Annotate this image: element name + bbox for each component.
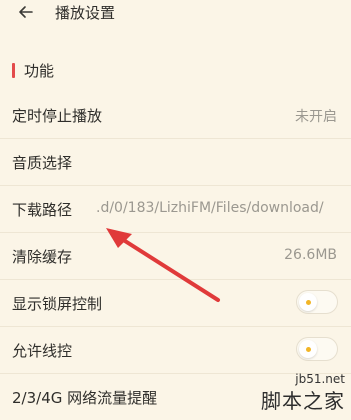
row-audio-quality[interactable]: 音质选择 bbox=[0, 139, 351, 185]
toggle-dot-icon bbox=[306, 347, 311, 352]
section-label: 功能 bbox=[24, 62, 55, 80]
toggle-knob bbox=[299, 340, 317, 358]
row-label: 允许线控 bbox=[12, 342, 73, 360]
watermark: jb51.net 脚本之家 bbox=[235, 372, 345, 413]
row-label: 清除缓存 bbox=[12, 248, 73, 266]
row-sleep-timer[interactable]: 定时停止播放 未开启 bbox=[0, 92, 351, 138]
row-label: 定时停止播放 bbox=[12, 107, 103, 125]
annotation-arrow-icon bbox=[106, 228, 220, 302]
download-path-value: .d/0/183/LizhiFM/Files/download/ bbox=[96, 200, 324, 216]
toggle-dot-icon bbox=[306, 300, 311, 305]
wire-control-toggle[interactable] bbox=[297, 338, 337, 360]
watermark-text: 脚本之家 bbox=[261, 389, 345, 413]
top-bar: 播放设置 bbox=[0, 0, 351, 26]
lockscreen-toggle[interactable] bbox=[297, 291, 337, 313]
toggle-knob bbox=[299, 293, 317, 311]
row-label: 2/3/4G 网络流量提醒 bbox=[12, 389, 158, 407]
row-label: 下载路径 bbox=[12, 201, 73, 219]
back-arrow-icon[interactable] bbox=[17, 3, 35, 21]
section-accent-bar bbox=[12, 63, 15, 78]
section-header: 功能 bbox=[0, 56, 351, 84]
watermark-url: jb51.net bbox=[295, 372, 345, 386]
row-label: 音质选择 bbox=[12, 154, 73, 172]
page-title: 播放设置 bbox=[55, 4, 116, 22]
cache-size-value: 26.6MB bbox=[284, 247, 337, 263]
row-value: 未开启 bbox=[295, 109, 337, 125]
row-label: 显示锁屏控制 bbox=[12, 295, 103, 313]
row-wire-control: 允许线控 bbox=[0, 327, 351, 373]
